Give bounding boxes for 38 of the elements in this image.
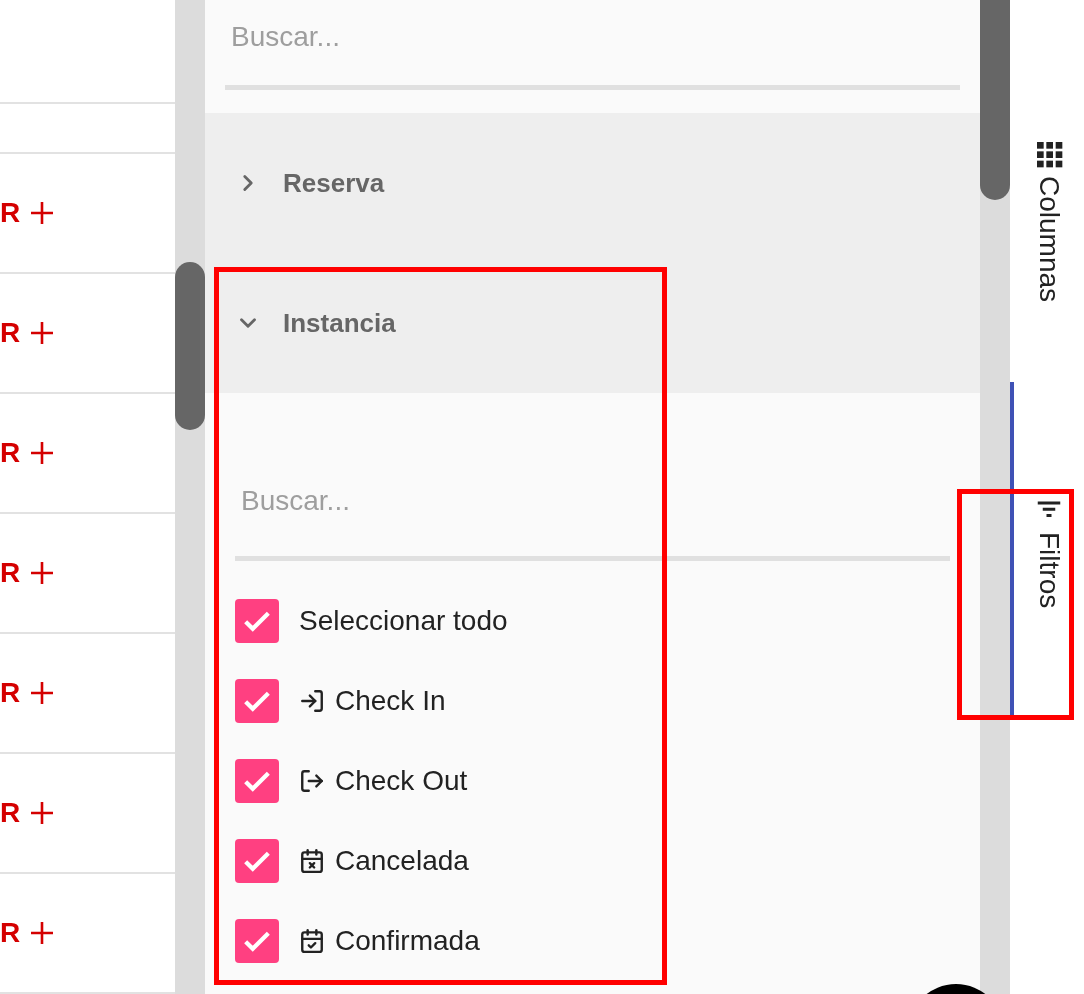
- row-letter: R: [0, 916, 21, 950]
- plus-icon[interactable]: [30, 681, 55, 705]
- enter-icon: [299, 688, 325, 714]
- option-label: Seleccionar todo: [299, 604, 508, 638]
- plus-icon[interactable]: [30, 801, 55, 825]
- calendar-check-icon: [299, 928, 325, 954]
- option-label: Check In: [335, 684, 446, 718]
- row-letter: R: [0, 196, 21, 230]
- group-title: Reserva: [283, 166, 385, 200]
- side-tab[interactable]: Filtros: [1010, 382, 1084, 721]
- group-title: Instancia: [283, 306, 396, 340]
- row-letter: R: [0, 436, 21, 470]
- scrollbar-thumb[interactable]: [175, 262, 205, 430]
- search-field[interactable]: Buscar...: [235, 455, 950, 561]
- option-label: Cancelada: [335, 844, 469, 878]
- row-letter: R: [0, 796, 21, 830]
- checkbox[interactable]: [235, 759, 279, 803]
- row-letter: R: [0, 676, 21, 710]
- option-label: Confirmada: [335, 924, 480, 958]
- plus-icon[interactable]: [30, 921, 55, 945]
- option-label: Check Out: [335, 764, 468, 798]
- scrollbar-thumb[interactable]: [980, 0, 1010, 200]
- side-tab[interactable]: Columnas: [1010, 138, 1084, 303]
- plus-icon[interactable]: [30, 201, 55, 225]
- group-header[interactable]: Instancia: [205, 253, 980, 393]
- checkbox[interactable]: [235, 839, 279, 883]
- checkbox[interactable]: [235, 599, 279, 643]
- plus-icon[interactable]: [30, 441, 55, 465]
- row-letter: R: [0, 316, 21, 350]
- checkbox[interactable]: [235, 919, 279, 963]
- calendar-x-icon: [299, 848, 325, 874]
- row-letter: R: [0, 556, 21, 590]
- plus-icon[interactable]: [30, 321, 55, 345]
- plus-icon[interactable]: [30, 561, 55, 585]
- exit-icon: [299, 768, 325, 794]
- search-field[interactable]: Buscar...: [225, 8, 960, 90]
- group-header[interactable]: Reserva: [205, 113, 980, 253]
- checkbox[interactable]: [235, 679, 279, 723]
